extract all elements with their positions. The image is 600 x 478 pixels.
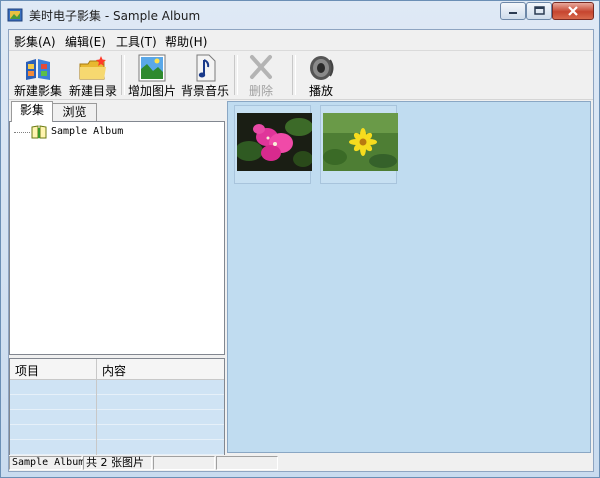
add-picture-label: 增加图片 [127, 84, 176, 98]
property-row [10, 395, 224, 410]
thumbnail-item[interactable] [234, 105, 312, 184]
minimize-button[interactable] [500, 2, 526, 20]
pink-bougainvillea-photo [237, 113, 312, 171]
new-folder-icon [79, 56, 106, 80]
add-picture-icon [138, 54, 166, 82]
toolbar-separator [234, 55, 238, 95]
title-bar[interactable]: 美时电子影集 - Sample Album [1, 1, 599, 29]
maximize-icon [534, 6, 545, 15]
yellow-daisy-photo [323, 113, 398, 171]
delete-button[interactable]: 删除 [241, 53, 281, 98]
new-album-button[interactable]: 新建影集 [11, 53, 65, 98]
music-note-icon [196, 54, 216, 82]
new-album-label: 新建影集 [13, 84, 62, 98]
tree-item-label: Sample Album [51, 126, 124, 137]
toolbar-separator [292, 55, 296, 95]
menu-tools[interactable]: 工具(T) [116, 33, 157, 50]
new-album-icon [26, 59, 50, 80]
column-header-item[interactable]: 项目 [15, 362, 39, 379]
property-row [10, 410, 224, 425]
add-picture-button[interactable]: 增加图片 [126, 53, 178, 98]
properties-header: 项目 内容 [10, 359, 224, 380]
application-window: 美时电子影集 - Sample Album 影集(A) 编辑(E) 工具(T) … [0, 0, 600, 478]
menu-bar: 影集(A) 编辑(E) 工具(T) 帮助(H) [9, 30, 593, 51]
thumbnail-item[interactable] [320, 105, 398, 184]
toolbar: 新建影集 新建目录 增加图片 背景音乐 删除 播放 [9, 51, 593, 100]
album-tree[interactable]: Sample Album [9, 121, 225, 355]
status-pane-3 [153, 456, 215, 470]
delete-label: 删除 [248, 84, 273, 98]
status-album-name: Sample Album [9, 456, 84, 470]
status-picture-count: 共 2 张图片 [83, 456, 152, 470]
speaker-icon [310, 56, 334, 80]
delete-x-icon [250, 55, 272, 79]
tab-album[interactable]: 影集 [11, 101, 53, 122]
menu-help[interactable]: 帮助(H) [165, 33, 207, 50]
tree-connector [14, 132, 30, 133]
open-book-icon [31, 125, 47, 139]
background-music-label: 背景音乐 [180, 84, 229, 98]
play-button[interactable]: 播放 [301, 53, 341, 98]
new-folder-button[interactable]: 新建目录 [67, 53, 119, 98]
property-row [10, 380, 224, 395]
toolbar-separator [121, 55, 125, 95]
property-row [10, 440, 224, 455]
background-music-button[interactable]: 背景音乐 [179, 53, 231, 98]
tab-browse[interactable]: 浏览 [52, 103, 97, 121]
minimize-icon [509, 12, 517, 14]
close-icon [568, 6, 578, 16]
properties-list: 项目 内容 [9, 358, 225, 457]
menu-edit[interactable]: 编辑(E) [65, 33, 106, 50]
close-button[interactable] [552, 2, 594, 20]
window-title: 美时电子影集 - Sample Album [29, 9, 201, 23]
column-divider [96, 359, 97, 456]
new-folder-label: 新建目录 [68, 84, 117, 98]
status-pane-4 [216, 456, 278, 470]
left-panel-tabs: 影集 浏览 [9, 101, 225, 122]
property-row [10, 425, 224, 440]
play-label: 播放 [308, 84, 333, 98]
menu-album[interactable]: 影集(A) [14, 33, 56, 50]
column-header-content[interactable]: 内容 [102, 362, 126, 379]
client-area: 影集(A) 编辑(E) 工具(T) 帮助(H) 新建影集 新建目录 增加图片 背… [8, 29, 594, 472]
thumbnail-panel[interactable] [227, 101, 591, 453]
maximize-button[interactable] [526, 2, 552, 20]
app-icon [7, 8, 23, 22]
status-bar: Sample Album 共 2 张图片 [9, 455, 593, 471]
